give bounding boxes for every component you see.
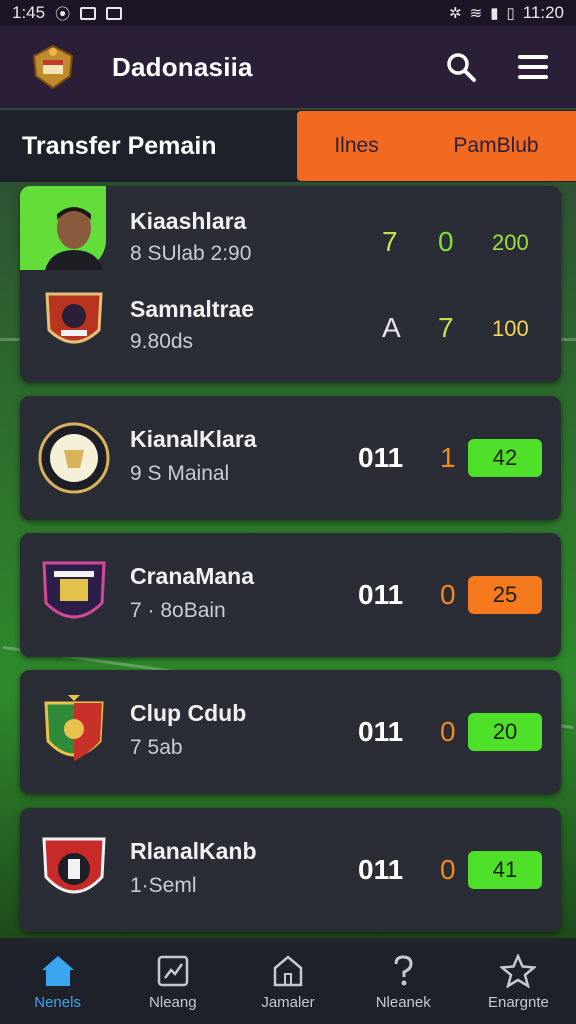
round-crest-icon bbox=[38, 422, 110, 494]
section-title: Transfer Pemain bbox=[22, 131, 217, 160]
search-icon bbox=[447, 53, 476, 82]
house-icon bbox=[273, 955, 303, 987]
gallery-icon bbox=[106, 6, 123, 20]
nav-label: Jamaler bbox=[261, 994, 315, 1011]
hamburger-menu-icon bbox=[518, 55, 548, 79]
nav-label: Enargnte bbox=[487, 994, 549, 1011]
club-detail: 1·Seml bbox=[130, 874, 197, 897]
mail-icon bbox=[80, 6, 97, 20]
tab-pamblub[interactable]: PamBlub bbox=[453, 134, 538, 158]
question-icon bbox=[394, 955, 413, 986]
club-badge bbox=[38, 695, 110, 768]
player-detail: 8 SUlab 2:90 bbox=[130, 242, 252, 265]
featured-transfer-card[interactable]: Kiaashlara 8 SUlab 2:90 7 0 200 Samnaltr… bbox=[20, 186, 561, 382]
shield-crest-icon bbox=[44, 695, 104, 761]
tab-group: Ilnes PamBlub bbox=[297, 111, 576, 181]
menu-button[interactable] bbox=[516, 50, 550, 84]
stat-value: 011 bbox=[358, 854, 404, 885]
nav-label: Nenels bbox=[34, 994, 81, 1011]
club-card[interactable]: KianalKlara 9 S Mainal 011 1 42 bbox=[20, 396, 561, 520]
shield-crest-icon bbox=[42, 561, 106, 619]
stat-value: 7 bbox=[382, 226, 398, 257]
stat-value: 0 bbox=[440, 579, 456, 610]
tab-ilnes[interactable]: Ilnes bbox=[334, 134, 378, 158]
club-card[interactable]: Clup Cdub 7 5ab 011 0 20 bbox=[20, 670, 561, 794]
player-avatar bbox=[38, 198, 110, 270]
club-card[interactable]: CranaMana 7 · 8oBain 011 0 25 bbox=[20, 533, 561, 657]
nav-item-nleanek[interactable]: Nleanek bbox=[346, 944, 461, 1024]
stat-value: 011 bbox=[358, 716, 404, 747]
club-badge bbox=[38, 834, 110, 906]
rating-badge: 41 bbox=[468, 851, 542, 889]
tab-bar: Transfer Pemain Ilnes PamBlub bbox=[0, 110, 576, 182]
nav-item-jamaler[interactable]: Jamaler bbox=[230, 944, 345, 1024]
club-detail: 7 5ab bbox=[130, 736, 183, 759]
club-badge bbox=[38, 559, 110, 631]
nav-label: Nleanek bbox=[375, 994, 431, 1011]
nav-item-nleang[interactable]: Nleang bbox=[115, 944, 230, 1024]
stat-value: A bbox=[382, 312, 401, 343]
rating-badge: 42 bbox=[468, 439, 542, 477]
list-item[interactable]: Samnaltrae 9.80ds A 7 100 bbox=[20, 282, 561, 372]
stat-value: 200 bbox=[492, 230, 529, 255]
stat-value: 1 bbox=[440, 442, 456, 473]
player-photo-icon bbox=[45, 207, 103, 270]
club-card[interactable]: RlanalKanb 1·Seml 011 0 41 bbox=[20, 808, 561, 932]
shield-crest-icon bbox=[45, 292, 103, 344]
app-header: Dadonasiia bbox=[0, 26, 576, 108]
stat-value: 011 bbox=[358, 579, 404, 610]
status-time: 1:45 bbox=[12, 3, 46, 22]
rating-badge: 25 bbox=[468, 576, 542, 614]
player-detail: 9.80ds bbox=[130, 330, 194, 353]
bluetooth-icon: ✲ bbox=[449, 5, 462, 22]
notification-icon: ⦿ bbox=[55, 5, 71, 23]
club-detail: 9 S Mainal bbox=[130, 462, 230, 485]
status-bar: 1:45 ⦿ ✲ ≋ ▮ ▯ 11:20 bbox=[0, 0, 576, 26]
list-item[interactable]: Kiaashlara 8 SUlab 2:90 7 0 200 bbox=[20, 194, 561, 284]
shield-crest-icon bbox=[42, 837, 106, 894]
nav-item-nenels[interactable]: Nenels bbox=[0, 944, 115, 1024]
stat-value: 0 bbox=[440, 716, 456, 747]
battery-icon: ▯ bbox=[506, 5, 515, 22]
stat-value: 011 bbox=[358, 442, 404, 473]
nav-label: Nleang bbox=[149, 994, 197, 1011]
club-name: Clup Cdub bbox=[130, 700, 247, 726]
star-icon bbox=[500, 954, 537, 988]
club-crest-logo bbox=[32, 44, 74, 90]
player-name: Samnaltrae bbox=[130, 296, 255, 322]
player-name: Kiaashlara bbox=[130, 208, 247, 234]
club-detail: 7 · 8oBain bbox=[130, 599, 226, 622]
stat-value: 100 bbox=[492, 316, 529, 341]
rating-badge: 20 bbox=[468, 713, 542, 751]
club-name: CranaMana bbox=[130, 563, 254, 589]
stat-value: 7 bbox=[438, 312, 454, 343]
app-title: Dadonasiia bbox=[112, 51, 253, 82]
stat-value: 0 bbox=[438, 226, 454, 257]
home-icon bbox=[41, 956, 74, 986]
signal-icon: ▮ bbox=[490, 5, 499, 22]
stat-value: 0 bbox=[440, 854, 456, 885]
chart-icon bbox=[157, 955, 189, 987]
club-name: RlanalKanb bbox=[130, 838, 257, 864]
club-badge bbox=[38, 286, 110, 358]
club-name: KianalKlara bbox=[130, 426, 257, 452]
status-clock: 11:20 bbox=[522, 3, 564, 22]
nav-item-enargnte[interactable]: Enargnte bbox=[461, 944, 576, 1024]
wifi-icon: ≋ bbox=[469, 5, 483, 22]
club-badge bbox=[38, 422, 110, 494]
search-button[interactable] bbox=[444, 50, 478, 84]
bottom-navigation: Nenels Nleang Jamaler Nleanek Enargnte bbox=[0, 944, 576, 1024]
